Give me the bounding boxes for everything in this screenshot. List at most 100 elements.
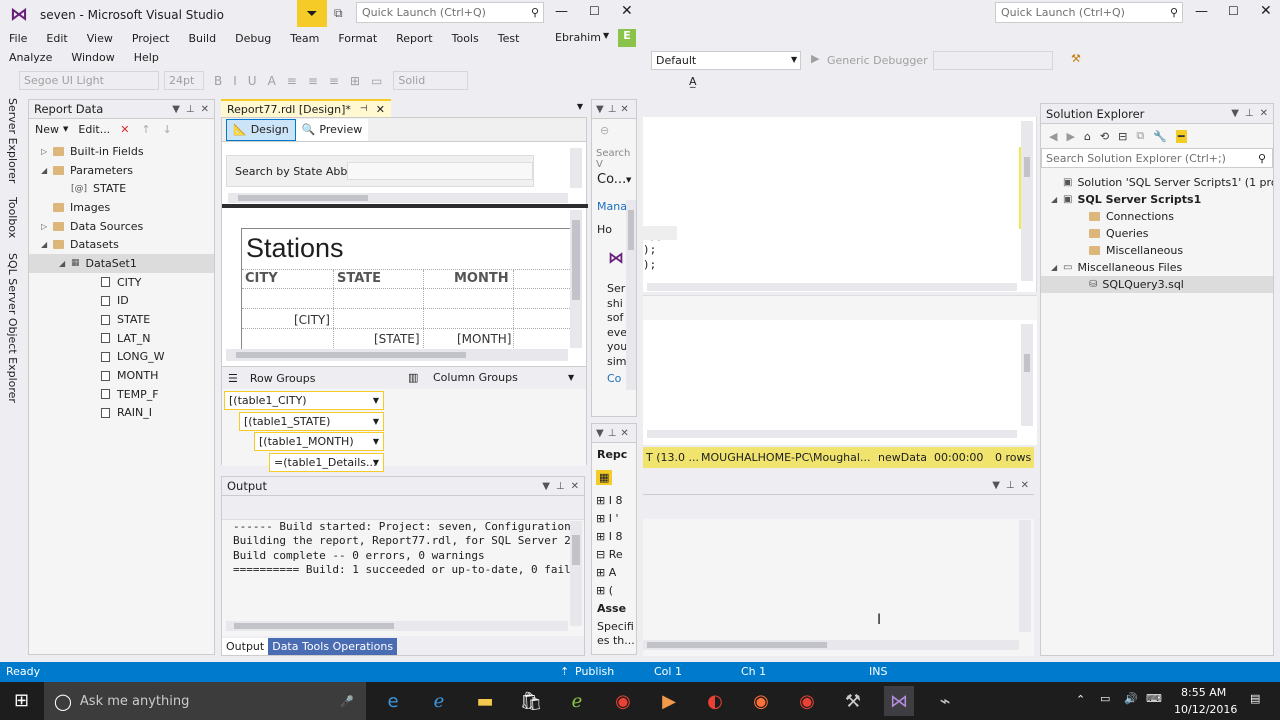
- cell-city[interactable]: [CITY]: [294, 313, 330, 327]
- menu-item-debug[interactable]: Debug: [235, 32, 271, 45]
- solution-item[interactable]: ⛁ SQLQuery3.sql: [1041, 276, 1273, 293]
- tree-item[interactable]: RAIN_I: [29, 404, 214, 423]
- grid-icon[interactable]: ▦: [596, 470, 613, 485]
- tree-item[interactable]: ▷ Built-in Fields: [29, 142, 214, 161]
- param-scrollbar[interactable]: [570, 148, 582, 188]
- expand-icon[interactable]: ◢: [1051, 195, 1063, 204]
- tree-item[interactable]: [@] STATE: [29, 179, 214, 198]
- align-left-icon[interactable]: ≡: [287, 74, 297, 88]
- menu-item-build[interactable]: Build: [188, 32, 216, 45]
- bold-button[interactable]: B: [214, 74, 222, 88]
- side-tab-server-explorer[interactable]: Server Explorer: [6, 98, 19, 183]
- refresh-icon[interactable]: ⊖: [600, 124, 609, 137]
- disc-icon[interactable]: ◐: [700, 686, 730, 716]
- volume-icon[interactable]: 🔊: [1124, 692, 1138, 705]
- edit-button[interactable]: Edit...: [78, 123, 110, 136]
- header-state[interactable]: STATE: [337, 271, 381, 286]
- minimize-button[interactable]: —: [1195, 4, 1208, 19]
- firefox-icon[interactable]: ◉: [746, 686, 776, 716]
- clock-date[interactable]: 10/12/2016: [1174, 703, 1237, 716]
- target-select[interactable]: [933, 51, 1053, 70]
- mid2-row[interactable]: ⊟ Re: [596, 546, 623, 564]
- forward-icon[interactable]: ▶: [1066, 130, 1074, 143]
- sync-icon[interactable]: ⧉: [1136, 129, 1144, 143]
- param-hscrollbar[interactable]: [228, 193, 568, 203]
- report-title[interactable]: Stations: [246, 233, 344, 264]
- solution-item[interactable]: Miscellaneous: [1041, 242, 1273, 259]
- design-tab[interactable]: 📐 Design: [226, 118, 296, 141]
- solution-item[interactable]: ▣ Solution 'SQL Server Scripts1' (1 proje…: [1041, 174, 1273, 191]
- dropdown-icon[interactable]: ▼: [596, 104, 604, 115]
- visual-studio-icon[interactable]: ⋈: [884, 686, 914, 716]
- preview-toggle-icon[interactable]: ━: [1175, 129, 1187, 143]
- tree-item[interactable]: ◢ ▦ DataSet1: [29, 254, 214, 273]
- expand-icon[interactable]: ⊞: [596, 584, 609, 597]
- expand-icon[interactable]: ⊞: [596, 566, 609, 579]
- tree-item[interactable]: ◢ Datasets: [29, 235, 214, 254]
- home-item[interactable]: Ho: [597, 223, 612, 236]
- quick-launch-input-right[interactable]: Quick Launch (Ctrl+Q) ⚲: [995, 2, 1183, 23]
- mid2-title[interactable]: Repc: [597, 448, 627, 461]
- home-icon[interactable]: ⌂: [1084, 130, 1091, 143]
- config-select[interactable]: Default: [651, 51, 801, 70]
- maximize-button[interactable]: ☐: [589, 4, 600, 18]
- menu-item-format[interactable]: Format: [338, 32, 377, 45]
- filter-icon[interactable]: ⏷: [297, 0, 327, 27]
- chevron-down-icon[interactable]: ▼: [373, 437, 379, 446]
- font-select[interactable]: Segoe UI Light: [19, 71, 159, 90]
- solution-item[interactable]: Connections: [1041, 208, 1273, 225]
- font-size-select[interactable]: 24pt: [164, 71, 204, 90]
- notifications-icon[interactable]: ▤: [1250, 692, 1260, 705]
- close-icon[interactable]: ✕: [201, 104, 209, 115]
- chevron-down-icon[interactable]: ▼: [373, 458, 379, 467]
- close-icon[interactable]: ✕: [620, 428, 628, 439]
- co-link[interactable]: Co: [607, 372, 621, 385]
- canvas-vscrollbar[interactable]: [570, 210, 582, 348]
- mid-combo[interactable]: Co...: [597, 172, 626, 187]
- align-center-icon[interactable]: ≡: [308, 74, 318, 88]
- expand-icon[interactable]: ◢: [41, 166, 53, 175]
- chevron-down-icon[interactable]: ▼: [373, 417, 379, 426]
- solution-search[interactable]: Search Solution Explorer (Ctrl+;) ⚲: [1041, 148, 1273, 168]
- close-icon[interactable]: ✕: [1260, 108, 1268, 119]
- dropdown-icon[interactable]: ▼: [172, 104, 180, 115]
- tree-item[interactable]: ▷ Data Sources: [29, 217, 214, 236]
- ssms-icon[interactable]: ⌁: [930, 686, 960, 716]
- quick-launch-input[interactable]: Quick Launch (Ctrl+Q) ⚲: [356, 2, 544, 23]
- app-icon[interactable]: ℯ: [562, 686, 592, 716]
- debugger-select[interactable]: Generic Debugger: [827, 54, 928, 67]
- back-icon[interactable]: ◀: [1049, 130, 1057, 143]
- expand-icon[interactable]: ⊟: [596, 548, 609, 561]
- tree-item[interactable]: MONTH: [29, 366, 214, 385]
- right-output-hscrollbar[interactable]: [643, 640, 1019, 650]
- tree-item[interactable]: LAT_N: [29, 329, 214, 348]
- ie-icon[interactable]: ℯ: [424, 686, 454, 716]
- cortana-search[interactable]: ◯ Ask me anything 🎤: [44, 682, 366, 720]
- mid2-row[interactable]: ⊞ I 8: [596, 528, 623, 546]
- row-group-item[interactable]: = (table1_Details... ▼: [269, 453, 384, 473]
- pin-icon[interactable]: ⊥: [186, 104, 195, 115]
- expand-icon[interactable]: ⊞: [596, 494, 609, 507]
- file-explorer-icon[interactable]: ▬: [470, 686, 500, 716]
- close-icon[interactable]: ✕: [1021, 480, 1029, 491]
- right-output-vscrollbar[interactable]: [1019, 520, 1031, 632]
- menu-item-window[interactable]: Window: [71, 51, 114, 64]
- tools-icon[interactable]: ⚒: [1071, 52, 1081, 65]
- side-tab-sql-server-object-explorer[interactable]: SQL Server Object Explorer: [6, 253, 19, 403]
- fill-icon[interactable]: ▭: [371, 74, 382, 88]
- chevron-down-icon[interactable]: ▼: [568, 373, 574, 382]
- dropdown-icon[interactable]: ▼: [992, 480, 1000, 491]
- close-icon[interactable]: ✕: [571, 481, 579, 492]
- chrome-icon[interactable]: ◉: [608, 686, 638, 716]
- border-style-select[interactable]: Solid: [393, 71, 469, 90]
- canvas-hscrollbar[interactable]: [226, 349, 568, 361]
- results-hscrollbar[interactable]: [647, 430, 1017, 438]
- output-vscrollbar[interactable]: [570, 521, 582, 626]
- collapse-icon[interactable]: ⊟: [1118, 130, 1127, 143]
- output-hscrollbar[interactable]: [226, 621, 568, 631]
- menu-item-view[interactable]: View: [87, 32, 113, 45]
- menu-item-test[interactable]: Test: [498, 32, 520, 45]
- expand-icon[interactable]: ◢: [41, 240, 53, 249]
- dropdown-icon[interactable]: ▼: [542, 481, 550, 492]
- format-icon[interactable]: A̲: [689, 75, 697, 88]
